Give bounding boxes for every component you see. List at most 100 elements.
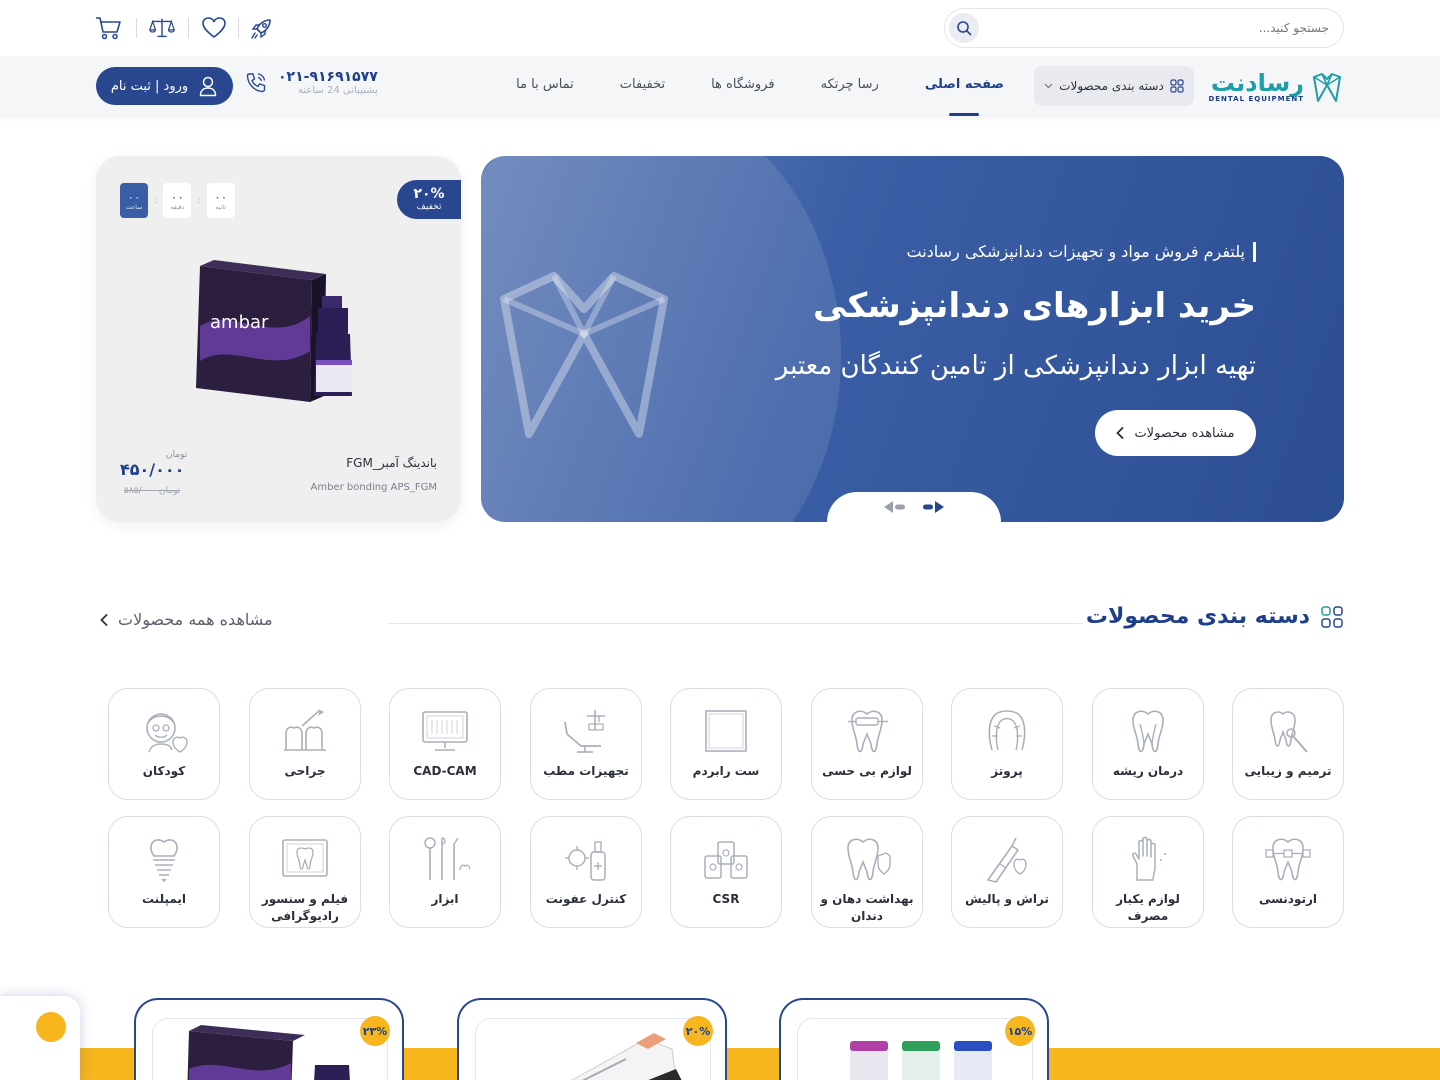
category-kids[interactable]: کودکان [108,688,220,800]
arrow-left-icon [884,501,905,513]
dental-chair-icon [564,710,605,753]
cotton-rolls-icon [704,841,748,879]
category-label: لوازم یکبار مصرف [1116,892,1180,923]
category-label: ایمپلنت [141,892,187,906]
chevron-down-icon [1044,83,1053,89]
sanitizer-virus-icon [565,841,606,881]
category-label: ست رابردم [692,764,760,778]
category-oral-hygiene[interactable]: بهداشت دهان و دندان [811,816,923,928]
category-implant[interactable]: ایمپلنت [108,816,220,928]
search-button[interactable] [949,13,979,43]
compare-scale-icon [149,18,175,38]
category-instruments[interactable]: ابزار [389,816,501,928]
category-endodontics[interactable]: درمان ریشه [1092,688,1204,800]
top-bar [0,0,1440,56]
timer-hours-value: ۰۰ [127,190,141,204]
category-prosthetics[interactable]: پروتز [951,688,1063,800]
cart-button[interactable] [94,14,122,42]
see-all-products-link[interactable]: مشاهده همه محصولات [100,610,273,629]
phone-subtitle: پشتیبانی 24 ساعته [298,85,378,96]
tooth-root-icon [1132,710,1164,753]
timer-seconds: ۰۰ ثانیه [206,183,235,218]
login-register-button[interactable]: ورود | ثبت نام [96,67,233,105]
timer-hours: ۰۰ ساعت [120,183,148,218]
nav-link-rasa-chortke[interactable]: رسا چرتکه [821,56,879,116]
price-currency: تومان [166,450,188,460]
tooth-mirror-icon [1270,711,1308,753]
hero-banner: پلتفرم فروش مواد و تجهیزات دندانپزشکی رس… [481,156,1344,522]
rubber-dam-icon [705,710,747,752]
product-price: ۴۵۰/۰۰۰ [120,460,185,479]
view-products-button[interactable]: مشاهده محصولات [1095,410,1256,456]
tooth-syringe-icon [848,710,888,753]
xray-film-icon [282,839,328,877]
search-input[interactable] [1009,17,1329,39]
phone-number: ۰۲۱-۹۱۶۹۱۵۷۷ [278,69,378,85]
category-csr[interactable]: CSR [670,816,782,928]
category-anesthesia[interactable]: لوازم بی حسی [811,688,923,800]
discount-badge: ۲۰% [683,1016,713,1046]
category-restorative[interactable]: ترمیم و زیبایی [1232,688,1344,800]
user-icon [199,76,217,97]
slider-prev-button[interactable] [883,500,907,514]
section-divider [388,623,1083,624]
logo-subtitle: DENTAL EQUIPMENT [1208,95,1304,103]
category-orthodontics[interactable]: ارتودنسی [1232,816,1344,928]
category-polishing[interactable]: تراش و پالیش [951,816,1063,928]
cart-icon [96,17,121,40]
grid-icon [1170,79,1184,93]
category-radiography[interactable]: فیلم و سنسور رادیوگرافی [249,816,361,928]
dental-implant-icon [150,839,178,882]
category-disposables[interactable]: لوازم یکبار مصرف [1092,816,1204,928]
compare-button[interactable] [148,14,176,42]
special-offer-card[interactable]: ۲۰% تخفیف ۰۰ ساعت : ۰۰ دقیقه : ۰۰ ثانیه … [96,156,461,522]
nav-link-contact[interactable]: تماس با ما [516,56,574,116]
nav-link-home[interactable]: صفحه اصلی [925,56,1004,116]
category-label: تراش و پالیش [965,892,1049,906]
category-label: ابزار [431,892,459,906]
product-thumbnail [571,1033,682,1080]
category-rubber-dam[interactable]: ست رابردم [670,688,782,800]
timer-hours-label: ساعت [125,204,143,211]
main-nav: رسادنت DENTAL EQUIPMENT دسته بندی محصولا… [0,56,1440,116]
timer-colon: : [197,195,201,206]
arrow-right-icon [923,501,944,513]
timer-seconds-label: ثانیه [215,204,226,211]
product-name[interactable]: باندینگ آمبر_FGM [346,456,437,470]
timer-colon: : [154,195,158,206]
category-cad-cam[interactable]: CAD-CAM [389,688,501,800]
braces-icon [1265,838,1311,881]
tooth-logo-icon [1313,73,1341,102]
phone-icon [246,72,266,92]
product-name-english: Amber bonding APS_FGM [310,482,437,493]
nav-link-discounts[interactable]: تخفیفات [620,56,665,116]
product-card[interactable]: ۲۰% [457,998,727,1080]
category-infection-control[interactable]: کنترل عفونت [530,816,642,928]
nav-link-stores[interactable]: فروشگاه ها [711,56,774,116]
tooth-shield-icon [847,838,891,881]
child-dentist-icon [146,713,188,753]
timer-minutes-label: دقیقه [170,204,185,211]
offer-circle [36,1012,66,1042]
chevron-left-icon [1116,427,1124,439]
category-office-equipment[interactable]: تجهیزات مطب [530,688,642,800]
category-label: کودکان [142,764,186,778]
slider-next-button[interactable] [921,500,945,514]
categories-menu-button[interactable]: دسته بندی محصولات [1034,66,1194,106]
offers-side-tab[interactable] [0,996,80,1080]
tooth-scalpel-icon [284,709,326,751]
category-label: درمان ریشه [1112,764,1184,778]
product-old-price: ۵۸۵/۰۰۰ تومان [124,486,181,496]
product-card[interactable]: ۲۳% [134,998,404,1080]
category-label: تجهیزات مطب [543,764,629,778]
support-phone[interactable]: ۰۲۱-۹۱۶۹۱۵۷۷ پشتیبانی 24 ساعته [244,69,378,96]
category-surgery[interactable]: جراحی [249,688,361,800]
grid-icon [1321,605,1343,628]
rocket-button[interactable] [248,14,276,42]
site-logo[interactable]: رسادنت DENTAL EQUIPMENT [1208,70,1344,104]
product-card[interactable]: ۱۵% [779,998,1049,1080]
product-thumbnail [187,1025,350,1080]
wishlist-button[interactable] [200,14,228,42]
divider [188,18,189,38]
discount-badge: ۱۵% [1005,1016,1035,1046]
